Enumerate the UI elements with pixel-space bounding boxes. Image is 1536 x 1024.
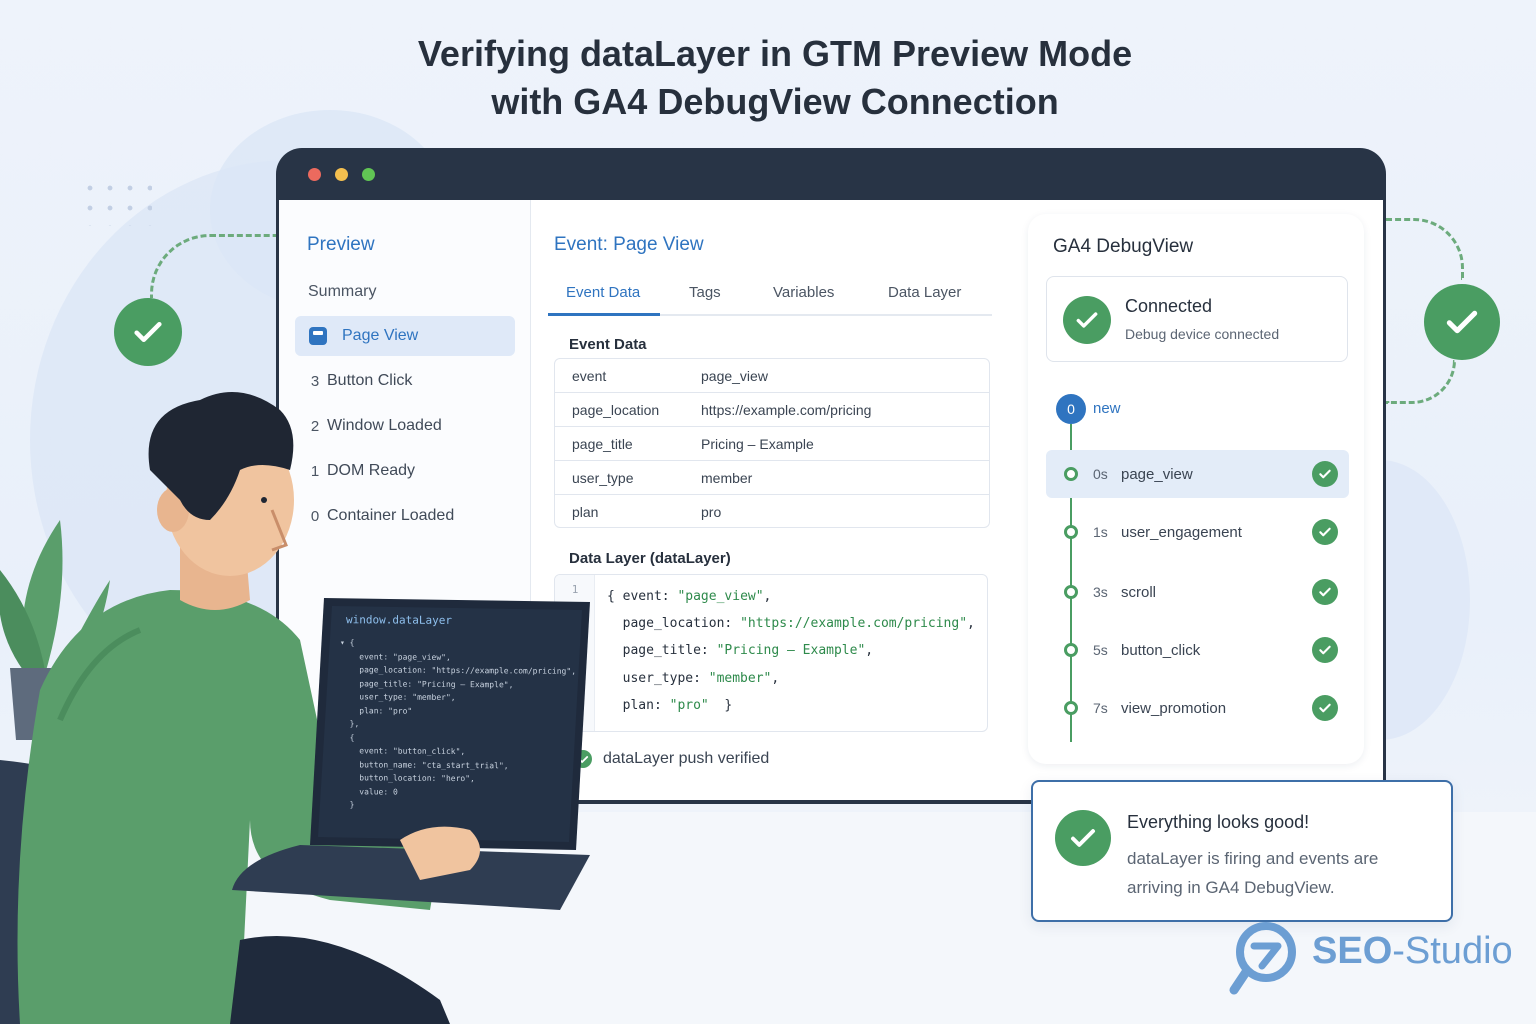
brand-name: SEO-Studio	[1312, 930, 1513, 972]
table-row: page_title Pricing – Example	[555, 427, 989, 461]
success-message-card: Everything looks good! dataLayer is firi…	[1031, 780, 1453, 922]
page-title-line-1: Verifying dataLayer in GTM Preview Mode	[417, 33, 1133, 74]
event-name: user_engagement	[1121, 523, 1242, 541]
sidebar-item-label: Page View	[342, 327, 419, 344]
laptop-code-header: window.dataLayer	[346, 613, 452, 627]
connection-subtitle: Debug device connected	[1125, 326, 1280, 342]
ga4-title: GA4 DebugView	[1053, 236, 1194, 257]
connection-status-card: Connected Debug device connected	[1046, 276, 1348, 362]
event-name: scroll	[1121, 583, 1157, 601]
debug-event-row[interactable]: 3s scroll	[1046, 568, 1349, 616]
code-line: page_title: "Pricing – Example",	[607, 643, 874, 658]
laptop-code-line: page_location: "https://example.com/pric…	[340, 665, 575, 676]
window-maximize-button[interactable]	[362, 168, 375, 181]
table-row: user_type member	[555, 461, 989, 495]
table-value: Pricing – Example	[701, 435, 814, 452]
debug-event-row[interactable]: 1s user_engagement	[1046, 508, 1349, 556]
debug-event-row[interactable]: 0s page_view	[1046, 450, 1349, 498]
decorative-dot-grid	[80, 178, 152, 226]
check-icon	[1312, 695, 1338, 721]
laptop-code-line: plan: "pro"	[340, 705, 413, 716]
check-icon	[1063, 296, 1111, 344]
code-line: user_type: "member",	[607, 671, 780, 686]
table-value: member	[701, 469, 753, 486]
event-data-heading: Event Data	[569, 336, 647, 353]
active-tab-indicator	[548, 313, 660, 316]
event-name: page_view	[1121, 465, 1193, 483]
event-time: 7s	[1093, 700, 1108, 716]
event-time: 3s	[1093, 584, 1108, 600]
timeline-dot	[1064, 585, 1078, 599]
laptop-code-line: value: 0	[340, 786, 398, 797]
page-title: Verifying dataLayer in GTM Preview Mode …	[0, 30, 1536, 126]
dashed-connector-right-bottom	[1386, 360, 1456, 404]
code-line: plan: "pro" }	[607, 698, 733, 713]
timeline-dot	[1064, 525, 1078, 539]
laptop-code-line: }	[340, 800, 355, 810]
window-minimize-button[interactable]	[335, 168, 348, 181]
table-row: event page_view	[555, 359, 989, 393]
timeline-dot	[1064, 643, 1078, 657]
success-text: dataLayer is firing and events are arriv…	[1127, 849, 1379, 897]
laptop-code-line: button_location: "hero",	[340, 773, 475, 784]
laptop-code-line: event: "button_click",	[340, 746, 466, 757]
window-close-button[interactable]	[308, 168, 321, 181]
new-count-badge: 0	[1056, 394, 1086, 424]
event-time: 5s	[1093, 642, 1108, 658]
event-name: view_promotion	[1121, 699, 1227, 717]
event-time: 1s	[1093, 524, 1108, 540]
sidebar-item-page-view[interactable]: Page View	[295, 316, 515, 356]
table-row: page_location https://example.com/pricin…	[555, 393, 989, 427]
table-row: plan pro	[555, 495, 989, 527]
page-icon	[309, 327, 327, 345]
code-line: page_location: "https://example.com/pric…	[607, 616, 975, 631]
event-title: Event: Page View	[554, 234, 704, 255]
tab-data-layer[interactable]: Data Layer	[888, 284, 961, 301]
table-value: https://example.com/pricing	[701, 401, 872, 418]
connection-title: Connected	[1125, 296, 1213, 316]
page-title-line-2: with GA4 DebugView Connection	[491, 81, 1059, 122]
code-line: { event: "page_view",	[607, 589, 772, 604]
check-icon	[1055, 810, 1111, 866]
new-label: new	[1093, 400, 1121, 417]
check-icon	[1312, 461, 1338, 487]
check-icon-left	[114, 298, 182, 366]
debug-event-row[interactable]: 7s view_promotion	[1046, 684, 1349, 732]
check-icon	[1312, 579, 1338, 605]
check-icon	[1312, 637, 1338, 663]
dashed-connector-right-top	[1386, 218, 1464, 280]
tab-tags[interactable]: Tags	[689, 284, 721, 301]
laptop-code-line: user_type: "member",	[340, 692, 456, 702]
tab-variables[interactable]: Variables	[773, 284, 834, 301]
table-value: page_view	[701, 367, 768, 384]
table-value: pro	[701, 504, 722, 520]
success-title: Everything looks good!	[1127, 812, 1310, 832]
sidebar-summary[interactable]: Summary	[308, 283, 376, 301]
tab-event-data[interactable]: Event Data	[566, 284, 640, 301]
event-time: 0s	[1093, 466, 1108, 482]
event-name: button_click	[1121, 641, 1201, 659]
brand-logo: SEO-Studio	[1228, 918, 1518, 998]
event-tabs: Event Data Tags Variables Data Layer	[548, 272, 992, 316]
check-icon	[1312, 519, 1338, 545]
timeline-dot	[1064, 467, 1078, 481]
debug-event-row[interactable]: 5s button_click	[1046, 626, 1349, 674]
verified-text: dataLayer push verified	[603, 750, 770, 767]
laptop-code-screen: window.dataLayer ▾ { event: "page_view",…	[340, 613, 575, 840]
timeline-dot	[1064, 701, 1078, 715]
check-icon-right	[1424, 284, 1500, 360]
magnifier-logo-icon	[1229, 922, 1296, 995]
sidebar-title: Preview	[307, 234, 375, 255]
ga4-debugview-panel: GA4 DebugView Connected Debug device con…	[1028, 214, 1364, 764]
